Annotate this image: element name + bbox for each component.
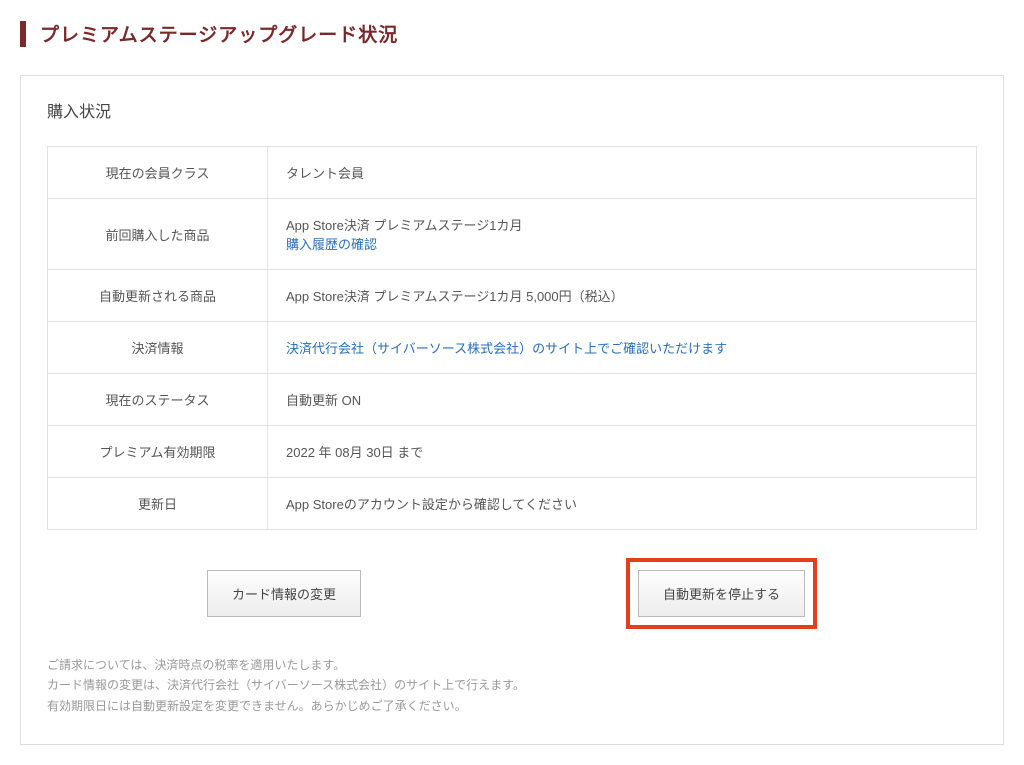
note-line: カード情報の変更は、決済代行会社（サイバーソース株式会社）のサイト上で行えます。 [47,675,977,695]
row-value-renewal: App Storeのアカウント設定から確認してください [268,478,977,530]
row-value-auto-renew-item: App Store決済 プレミアムステージ1カ月 5,000円（税込） [268,270,977,322]
row-value-last-purchase: App Store決済 プレミアムステージ1カ月 購入履歴の確認 [268,199,977,270]
button-row: カード情報の変更 自動更新を停止する [47,558,977,629]
row-label-last-purchase: 前回購入した商品 [48,199,268,270]
row-label-payment-info: 決済情報 [48,322,268,374]
change-card-button[interactable]: カード情報の変更 [207,570,361,617]
row-value-expiry: 2022 年 08月 30日 まで [268,426,977,478]
page-title-wrap: プレミアムステージアップグレード状況 [20,20,1004,47]
row-value-member-class: タレント会員 [268,147,977,199]
section-title: 購入状況 [47,98,977,122]
row-value-status: 自動更新 ON [268,374,977,426]
last-purchase-text: App Store決済 プレミアムステージ1カ月 [286,218,523,233]
status-card: 購入状況 現在の会員クラス タレント会員 前回購入した商品 App Store決… [20,75,1004,745]
table-row: 決済情報 決済代行会社（サイバーソース株式会社）のサイト上でご確認いただけます [48,322,977,374]
row-label-auto-renew-item: 自動更新される商品 [48,270,268,322]
row-label-renewal: 更新日 [48,478,268,530]
table-row: 更新日 App Storeのアカウント設定から確認してください [48,478,977,530]
row-label-status: 現在のステータス [48,374,268,426]
row-label-expiry: プレミアム有効期限 [48,426,268,478]
stop-auto-renew-button[interactable]: 自動更新を停止する [638,570,805,617]
payment-provider-link[interactable]: 決済代行会社（サイバーソース株式会社）のサイト上でご確認いただけます [286,341,727,356]
footer-notes: ご請求については、決済時点の税率を適用いたします。 カード情報の変更は、決済代行… [47,655,977,716]
page-title: プレミアムステージアップグレード状況 [40,20,398,47]
note-line: 有効期限日には自動更新設定を変更できません。あらかじめご了承ください。 [47,696,977,716]
table-row: 現在の会員クラス タレント会員 [48,147,977,199]
row-label-member-class: 現在の会員クラス [48,147,268,199]
table-row: 自動更新される商品 App Store決済 プレミアムステージ1カ月 5,000… [48,270,977,322]
title-accent-bar [20,21,26,47]
purchase-status-table: 現在の会員クラス タレント会員 前回購入した商品 App Store決済 プレミ… [47,146,977,530]
note-line: ご請求については、決済時点の税率を適用いたします。 [47,655,977,675]
purchase-history-link[interactable]: 購入履歴の確認 [286,237,377,252]
table-row: プレミアム有効期限 2022 年 08月 30日 まで [48,426,977,478]
highlight-frame: 自動更新を停止する [626,558,817,629]
table-row: 前回購入した商品 App Store決済 プレミアムステージ1カ月 購入履歴の確… [48,199,977,270]
row-value-payment-info: 決済代行会社（サイバーソース株式会社）のサイト上でご確認いただけます [268,322,977,374]
table-row: 現在のステータス 自動更新 ON [48,374,977,426]
